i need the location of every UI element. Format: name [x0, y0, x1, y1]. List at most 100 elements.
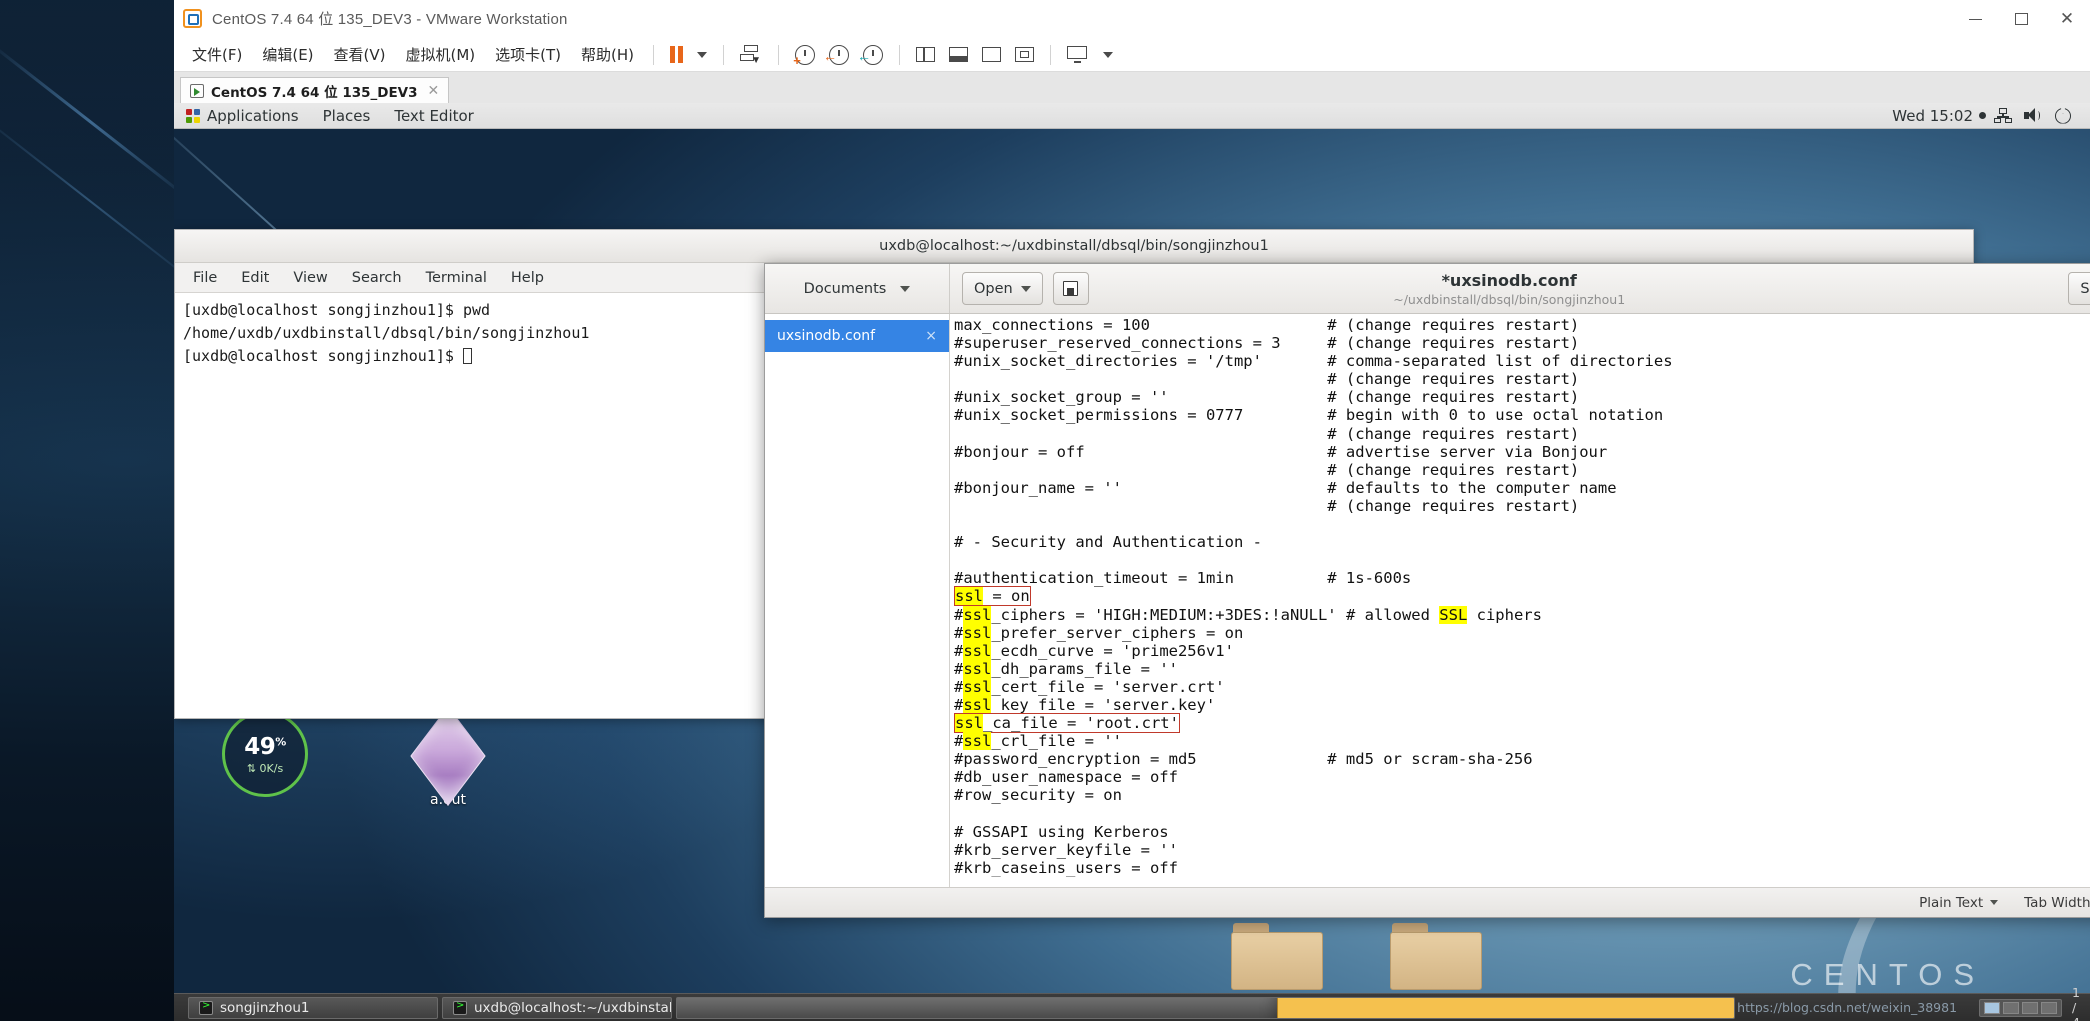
gedit-save-button[interactable]: Save — [2068, 272, 2090, 305]
code-line: #db_user_namespace = off — [954, 768, 1178, 787]
panel-clock[interactable]: Wed 15:02 — [1892, 107, 1986, 125]
fullscreen-button[interactable] — [1008, 41, 1041, 69]
panel-places-label: Places — [322, 106, 371, 125]
taskbar-item-gedit[interactable]: *uxsinodb.conf (~/uxdbinstall/dbsql/... — [676, 996, 1736, 1019]
terminal-menu-help[interactable]: Help — [499, 267, 556, 289]
gedit-document-title: *uxsinodb.conf — [1441, 270, 1577, 290]
menu-tabs[interactable]: 选项卡(T) — [485, 40, 571, 69]
vmware-maximize-button[interactable] — [1998, 0, 2044, 38]
desktop-icon-aout[interactable]: a.out — [400, 705, 496, 808]
centos-desktop: 7 CENTOS Applications Places Text Editor — [174, 103, 2090, 1021]
toolbar-separator-1 — [653, 44, 655, 65]
show-thumbnail-bar-button[interactable] — [942, 41, 975, 69]
terminal-menu-view[interactable]: View — [281, 267, 339, 289]
workspace-count: 1 / 4 — [2072, 985, 2080, 1021]
panel-applications-menu[interactable]: Applications — [174, 103, 311, 129]
menu-edit[interactable]: 编辑(E) — [252, 40, 323, 69]
gedit-status-bar: Plain Text Tab Width: 8 Ln 86, Col 25 — [765, 887, 2090, 917]
disk-usage-percent: 49% — [244, 733, 286, 760]
monitor-dropdown-button[interactable] — [1096, 41, 1120, 69]
panel-applications-label: Applications — [207, 106, 299, 125]
show-library-button[interactable] — [909, 41, 942, 69]
gedit-body: uxsinodb.conf × max_connections = 100 # … — [765, 314, 2090, 887]
gnome-top-panel: Applications Places Text Editor Wed 15:0… — [174, 103, 2090, 129]
menu-vm[interactable]: 虚拟机(M) — [396, 40, 486, 69]
document-new-icon — [1063, 281, 1079, 296]
code-line: #ssl_key_file = 'server.key' — [954, 695, 1216, 714]
gedit-open-label: Open — [974, 280, 1013, 297]
gedit-language-label: Plain Text — [1919, 894, 1984, 911]
code-line: # (change requires restart) — [954, 424, 1580, 443]
menu-help[interactable]: 帮助(H) — [571, 40, 644, 69]
vm-tab-label: CentOS 7.4 64 位 135_DEV3 — [211, 85, 418, 101]
gedit-text-area[interactable]: max_connections = 100 # (change requires… — [950, 314, 2090, 887]
folder-icon — [1390, 923, 1482, 993]
code-line: #ssl_crl_file = '' — [954, 732, 1122, 751]
terminal-menu-terminal[interactable]: Terminal — [414, 267, 499, 289]
gedit-new-document-button[interactable] — [1052, 272, 1089, 305]
take-snapshot-button[interactable]: + — [788, 41, 822, 69]
gedit-save-label: Save — [2080, 280, 2090, 297]
terminal-menu-file[interactable]: File — [181, 267, 229, 289]
gedit-language-selector[interactable]: Plain Text — [1919, 894, 1999, 911]
snapshot-icon: ▼ — [740, 45, 762, 66]
code-line: # (change requires restart) — [954, 370, 1580, 389]
panel-network-button[interactable] — [1990, 103, 2016, 129]
close-icon[interactable]: × — [925, 328, 937, 344]
terminal-title-label: uxdb@localhost:~/uxdbinstall/dbsql/bin/s… — [879, 238, 1269, 254]
gedit-title-block: *uxsinodb.conf ~/uxdbinstall/dbsql/bin/s… — [950, 264, 2068, 313]
gedit-header-right: Save — [2068, 264, 2090, 313]
code-line: #superuser_reserved_connections = 3 # (c… — [954, 334, 1580, 353]
chevron-down-icon — [900, 285, 911, 292]
code-line: #ssl_ecdh_curve = 'prime256v1' — [954, 641, 1234, 660]
snapshot-take-icon: + — [793, 44, 816, 67]
vm-tab-centos[interactable]: CentOS 7.4 64 位 135_DEV3 ✕ — [180, 77, 450, 104]
panel-volume-button[interactable] — [2020, 103, 2046, 129]
network-icon — [1994, 108, 2012, 123]
terminal-menu-search[interactable]: Search — [340, 267, 414, 289]
taskbar-item-terminal[interactable]: uxdb@localhost:~/uxdbinstall/dbsql/... — [442, 996, 672, 1019]
disk-usage-rate: ⇅ 0K/s — [246, 761, 284, 775]
gedit-tab-width-selector[interactable]: Tab Width: 8 — [2024, 895, 2090, 911]
taskbar-item-songjinzhou1[interactable]: songjinzhou1 — [188, 996, 438, 1019]
power-icon — [2055, 107, 2071, 124]
menu-file[interactable]: 文件(F) — [182, 40, 252, 69]
show-console-button[interactable] — [975, 41, 1008, 69]
vmware-minimize-button[interactable] — [1952, 0, 1998, 38]
power-dropdown-button[interactable] — [690, 41, 714, 69]
panel-active-app[interactable]: Text Editor — [382, 103, 486, 129]
code-line: #ssl_ciphers = 'HIGH:MEDIUM:+3DES:!aNULL… — [954, 605, 1542, 624]
terminal-menu-edit[interactable]: Edit — [229, 267, 281, 289]
toolbar-separator-2 — [723, 44, 725, 65]
vm-guest-screen: 7 CENTOS Applications Places Text Editor — [174, 103, 2090, 1021]
panel-power-button[interactable] — [2050, 103, 2076, 129]
gnome-taskbar: songjinzhou1 uxdb@localhost:~/uxdbinstal… — [174, 985, 2090, 1021]
gedit-window: Documents *uxsinodb.conf ~/uxdbinstall/d… — [764, 263, 2090, 918]
code-line: #password_encryption = md5 # md5 or scra… — [954, 750, 1533, 769]
snapshot-manager-button[interactable]: ← — [856, 41, 890, 69]
chevron-down-icon — [1990, 900, 1999, 905]
vmware-title-bar: CentOS 7.4 64 位 135_DEV3 - VMware Workst… — [174, 0, 2090, 38]
gedit-open-button[interactable]: Open — [962, 272, 1043, 305]
snapshot-manager-icon: ← — [857, 44, 884, 65]
code-line: #authentication_timeout = 1min # 1s-600s — [954, 569, 1412, 588]
library-panel-icon — [916, 47, 936, 62]
vmware-logo-icon — [183, 9, 202, 28]
suspend-button[interactable] — [663, 41, 690, 69]
menu-view[interactable]: 查看(V) — [324, 40, 396, 69]
revert-snapshot-button[interactable]: ← — [822, 41, 856, 69]
manage-snapshot-button[interactable]: ▼ — [733, 41, 769, 69]
vmware-close-button[interactable]: ✕ — [2044, 0, 2090, 38]
panel-places-menu[interactable]: Places — [311, 103, 383, 129]
gedit-documents-button[interactable]: Documents — [765, 264, 950, 313]
gedit-sidebar-item-uxsinodb[interactable]: uxsinodb.conf × — [765, 320, 949, 352]
monitor-settings-button[interactable] — [1060, 41, 1096, 69]
vm-tab-close-icon[interactable]: ✕ — [428, 83, 440, 99]
vmware-window-title: CentOS 7.4 64 位 135_DEV3 - VMware Workst… — [212, 11, 568, 28]
workspace-switcher[interactable] — [1979, 998, 2063, 1017]
fullscreen-icon — [1015, 47, 1035, 62]
screenshot-root: CentOS 7.4 64 位 135_DEV3 - VMware Workst… — [0, 0, 2090, 1021]
toolbar-separator-5 — [1050, 44, 1052, 65]
snapshot-revert-icon: ← — [823, 44, 850, 65]
